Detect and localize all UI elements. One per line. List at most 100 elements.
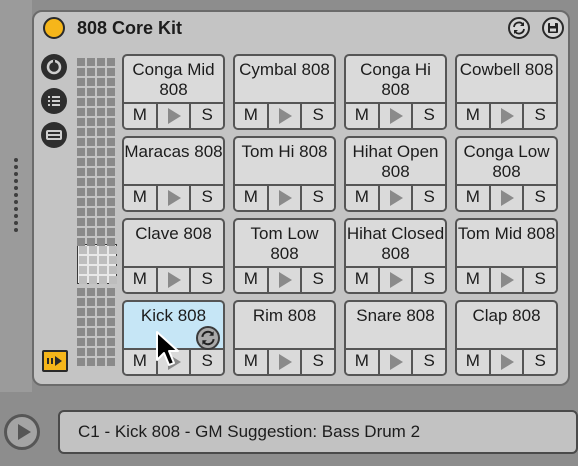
mute-button[interactable]: M xyxy=(457,186,489,210)
play-icon[interactable] xyxy=(266,104,303,128)
play-icon[interactable] xyxy=(266,350,303,374)
drum-pad[interactable]: Hihat Closed 808 M S xyxy=(344,218,447,294)
pad-controls: MS xyxy=(235,266,334,292)
play-icon[interactable] xyxy=(377,350,414,374)
solo-button[interactable]: S xyxy=(413,268,445,292)
solo-button[interactable]: S xyxy=(191,268,223,292)
play-icon[interactable] xyxy=(266,186,303,210)
pad-name: Tom Hi 808 xyxy=(241,142,328,161)
pad-name: Kick 808 xyxy=(140,306,207,325)
save-preset-icon[interactable] xyxy=(542,17,564,39)
drum-pad[interactable]: Conga Low 808 M S xyxy=(455,136,558,212)
solo-button[interactable]: S xyxy=(524,268,556,292)
play-icon[interactable] xyxy=(155,186,192,210)
pad-name: Conga Low 808 xyxy=(463,142,550,181)
mute-button[interactable]: M xyxy=(457,104,489,128)
mute-button[interactable]: M xyxy=(235,350,267,374)
mute-button[interactable]: M xyxy=(346,186,378,210)
play-icon[interactable] xyxy=(155,268,192,292)
pad-controls: MS xyxy=(124,102,223,128)
pad-name: Conga Hi 808 xyxy=(360,60,431,99)
device-title-bar: 808 Core Kit xyxy=(34,12,568,46)
pad-controls: MS xyxy=(346,266,445,292)
pad-name: Conga Mid 808 xyxy=(132,60,215,99)
device-activator-icon[interactable] xyxy=(43,17,65,39)
play-icon[interactable] xyxy=(488,186,525,210)
pad-controls: MS xyxy=(235,184,334,210)
drum-pad[interactable]: Maracas 808 M S xyxy=(122,136,225,212)
resize-grip[interactable] xyxy=(14,158,19,235)
drum-pad[interactable]: Tom Hi 808 M S xyxy=(233,136,336,212)
mute-button[interactable]: M xyxy=(235,268,267,292)
play-icon[interactable] xyxy=(488,268,525,292)
pad-controls: MS xyxy=(346,102,445,128)
drum-rack-device: 808 Core Kit Conga Mid 808 M S Cymbal 80… xyxy=(32,10,570,386)
drum-pad[interactable]: Conga Mid 808 M S xyxy=(122,54,225,130)
pad-name: Tom Low 808 xyxy=(250,224,319,263)
mute-button[interactable]: M xyxy=(124,186,156,210)
pad-controls: MS xyxy=(457,102,556,128)
drum-pad[interactable]: Clap 808 M S xyxy=(455,300,558,376)
solo-button[interactable]: S xyxy=(191,104,223,128)
mute-button[interactable]: M xyxy=(346,104,378,128)
pad-name: Cymbal 808 xyxy=(239,60,330,79)
solo-button[interactable]: S xyxy=(302,186,334,210)
solo-button[interactable]: S xyxy=(413,350,445,374)
drum-pad[interactable]: Cowbell 808 M S xyxy=(455,54,558,130)
solo-button[interactable]: S xyxy=(524,350,556,374)
pad-name: Maracas 808 xyxy=(124,142,223,161)
solo-button[interactable]: S xyxy=(302,350,334,374)
drum-pad[interactable]: Tom Low 808 M S xyxy=(233,218,336,294)
pad-overview-selection[interactable] xyxy=(77,244,117,284)
solo-button[interactable]: S xyxy=(191,186,223,210)
drum-pad[interactable]: Conga Hi 808 M S xyxy=(344,54,447,130)
play-icon[interactable] xyxy=(488,350,525,374)
mute-button[interactable]: M xyxy=(235,104,267,128)
play-icon[interactable] xyxy=(377,268,414,292)
drum-pad[interactable]: Snare 808 M S xyxy=(344,300,447,376)
drum-pad[interactable]: Hihat Open 808 M S xyxy=(344,136,447,212)
solo-button[interactable]: S xyxy=(413,104,445,128)
input-output-icon[interactable] xyxy=(41,122,67,148)
mute-button[interactable]: M xyxy=(124,104,156,128)
pad-controls: MS xyxy=(346,348,445,374)
solo-button[interactable]: S xyxy=(524,104,556,128)
pad-controls: MS xyxy=(457,266,556,292)
preview-play-icon[interactable] xyxy=(4,414,40,450)
mute-button[interactable]: M xyxy=(346,350,378,374)
pad-name: Rim 808 xyxy=(252,306,317,325)
hot-swap-icon[interactable] xyxy=(508,17,530,39)
macro-knob-icon[interactable] xyxy=(41,54,67,80)
mute-button[interactable]: M xyxy=(235,186,267,210)
pad-overview-grid[interactable] xyxy=(77,58,117,372)
play-icon[interactable] xyxy=(266,268,303,292)
pad-name: Hihat Closed 808 xyxy=(346,224,445,263)
solo-button[interactable]: S xyxy=(191,350,223,374)
mouse-cursor-icon xyxy=(156,331,179,366)
pad-name: Tom Mid 808 xyxy=(457,224,556,243)
solo-button[interactable]: S xyxy=(302,104,334,128)
drum-pad[interactable]: Cymbal 808 M S xyxy=(233,54,336,130)
mute-button[interactable]: M xyxy=(124,268,156,292)
mute-button[interactable]: M xyxy=(457,268,489,292)
drum-pad[interactable]: Clave 808 M S xyxy=(122,218,225,294)
pad-controls: MS xyxy=(457,348,556,374)
solo-button[interactable]: S xyxy=(302,268,334,292)
mute-button[interactable]: M xyxy=(457,350,489,374)
play-icon[interactable] xyxy=(488,104,525,128)
solo-button[interactable]: S xyxy=(524,186,556,210)
drum-pad[interactable]: Tom Mid 808 M S xyxy=(455,218,558,294)
solo-button[interactable]: S xyxy=(413,186,445,210)
play-icon[interactable] xyxy=(377,104,414,128)
pad-controls: MS xyxy=(457,184,556,210)
play-icon[interactable] xyxy=(377,186,414,210)
pad-controls: MS xyxy=(346,184,445,210)
status-bar: C1 - Kick 808 - GM Suggestion: Bass Drum… xyxy=(0,398,578,466)
hot-swap-icon[interactable] xyxy=(196,326,220,350)
mute-button[interactable]: M xyxy=(124,350,156,374)
chain-list-icon[interactable] xyxy=(41,88,67,114)
play-icon[interactable] xyxy=(155,104,192,128)
auto-select-icon[interactable] xyxy=(42,350,68,372)
mute-button[interactable]: M xyxy=(346,268,378,292)
drum-pad[interactable]: Rim 808 M S xyxy=(233,300,336,376)
